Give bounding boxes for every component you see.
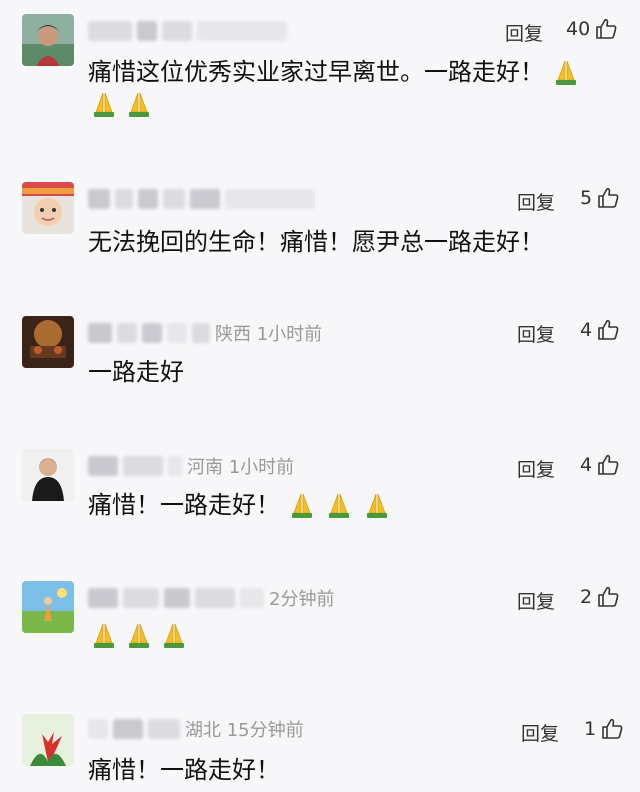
thumbs-up-icon <box>596 186 620 210</box>
comment-location-time: 河南 1小时前 <box>187 457 295 478</box>
comment-text: 痛惜！一路走好！ <box>88 487 393 523</box>
comment-item: 回复 5 无法挽回的生命！痛惜！愿尹总一路走好！ <box>0 150 640 300</box>
comment-text: 痛惜这位优秀实业家过早离世。一路走好！ <box>88 54 582 90</box>
like-count: 40 <box>566 18 591 40</box>
comment-meta <box>88 186 320 212</box>
comment-text-body: 一路走好 <box>88 358 184 386</box>
like-count: 5 <box>580 187 593 209</box>
like-count: 4 <box>580 454 593 476</box>
folded-hands-icon <box>160 621 190 651</box>
avatar[interactable] <box>22 316 74 368</box>
like-count: 1 <box>584 718 597 740</box>
comment-meta <box>88 18 292 44</box>
folded-hands-icon <box>90 90 120 120</box>
comment-item: 回复 40 痛惜这位优秀实业家过早离世。一路走好！ <box>0 0 640 150</box>
reply-button[interactable]: 回复 <box>510 719 570 746</box>
like-button[interactable]: 40 <box>566 17 618 41</box>
like-button[interactable]: 4 <box>580 318 620 342</box>
folded-hands-icon <box>288 491 318 521</box>
avatar[interactable] <box>22 449 74 501</box>
like-button[interactable]: 4 <box>580 453 620 477</box>
comment-item: 陕西 1小时前 回复 4 一路走好 <box>0 300 640 435</box>
folded-hands-icon <box>325 491 355 521</box>
comment-text-body: 痛惜这位优秀实业家过早离世。一路走好！ <box>88 58 544 86</box>
comment-text: 痛惜！一路走好！ <box>88 752 280 788</box>
comment-item: 2分钟前 回复 2 <box>0 565 640 700</box>
thumbs-up-icon <box>594 17 618 41</box>
comment-meta: 湖北 15分钟前 <box>88 716 304 742</box>
avatar[interactable] <box>22 182 74 234</box>
folded-hands-icon <box>363 491 393 521</box>
like-button[interactable]: 5 <box>580 186 620 210</box>
thumbs-up-icon <box>600 717 624 741</box>
like-button[interactable]: 2 <box>580 585 620 609</box>
folded-hands-icon <box>90 621 120 651</box>
comment-list: 回复 40 痛惜这位优秀实业家过早离世。一路走好！ 回复 5 无法挽回的生命！痛… <box>0 0 640 792</box>
comment-time: 2分钟前 <box>269 589 335 610</box>
comment-location-time: 湖北 15分钟前 <box>185 720 304 741</box>
reply-button[interactable]: 回复 <box>506 587 566 614</box>
like-count: 4 <box>580 319 593 341</box>
reply-button[interactable]: 回复 <box>494 19 554 46</box>
like-count: 2 <box>580 586 593 608</box>
folded-hands-icon <box>125 621 155 651</box>
avatar[interactable] <box>22 581 74 633</box>
comment-text-body: 痛惜！一路走好！ <box>88 491 280 519</box>
comment-text-body: 痛惜！一路走好！ <box>88 756 280 784</box>
like-button[interactable]: 1 <box>584 717 624 741</box>
avatar[interactable] <box>22 14 74 66</box>
reply-button[interactable]: 回复 <box>506 188 566 215</box>
comment-text: 一路走好 <box>88 354 184 390</box>
avatar[interactable] <box>22 714 74 766</box>
comment-text-body: 无法挽回的生命！痛惜！愿尹总一路走好！ <box>88 228 544 256</box>
thumbs-up-icon <box>596 453 620 477</box>
folded-hands-icon <box>552 58 582 88</box>
comment-meta: 河南 1小时前 <box>88 453 294 479</box>
comment-text: 无法挽回的生命！痛惜！愿尹总一路走好！ <box>88 224 544 260</box>
comment-item: 湖北 15分钟前 回复 1 痛惜！一路走好！ <box>0 700 640 792</box>
reply-button[interactable]: 回复 <box>506 320 566 347</box>
emoji-line <box>90 90 155 120</box>
thumbs-up-icon <box>596 585 620 609</box>
folded-hands-icon <box>125 90 155 120</box>
reply-button[interactable]: 回复 <box>506 455 566 482</box>
comment-meta: 陕西 1小时前 <box>88 320 322 346</box>
comment-meta: 2分钟前 <box>88 585 334 611</box>
comment-item: 河南 1小时前 回复 4 痛惜！一路走好！ <box>0 435 640 565</box>
thumbs-up-icon <box>596 318 620 342</box>
comment-location-time: 陕西 1小时前 <box>215 324 323 345</box>
emoji-line <box>90 621 190 651</box>
